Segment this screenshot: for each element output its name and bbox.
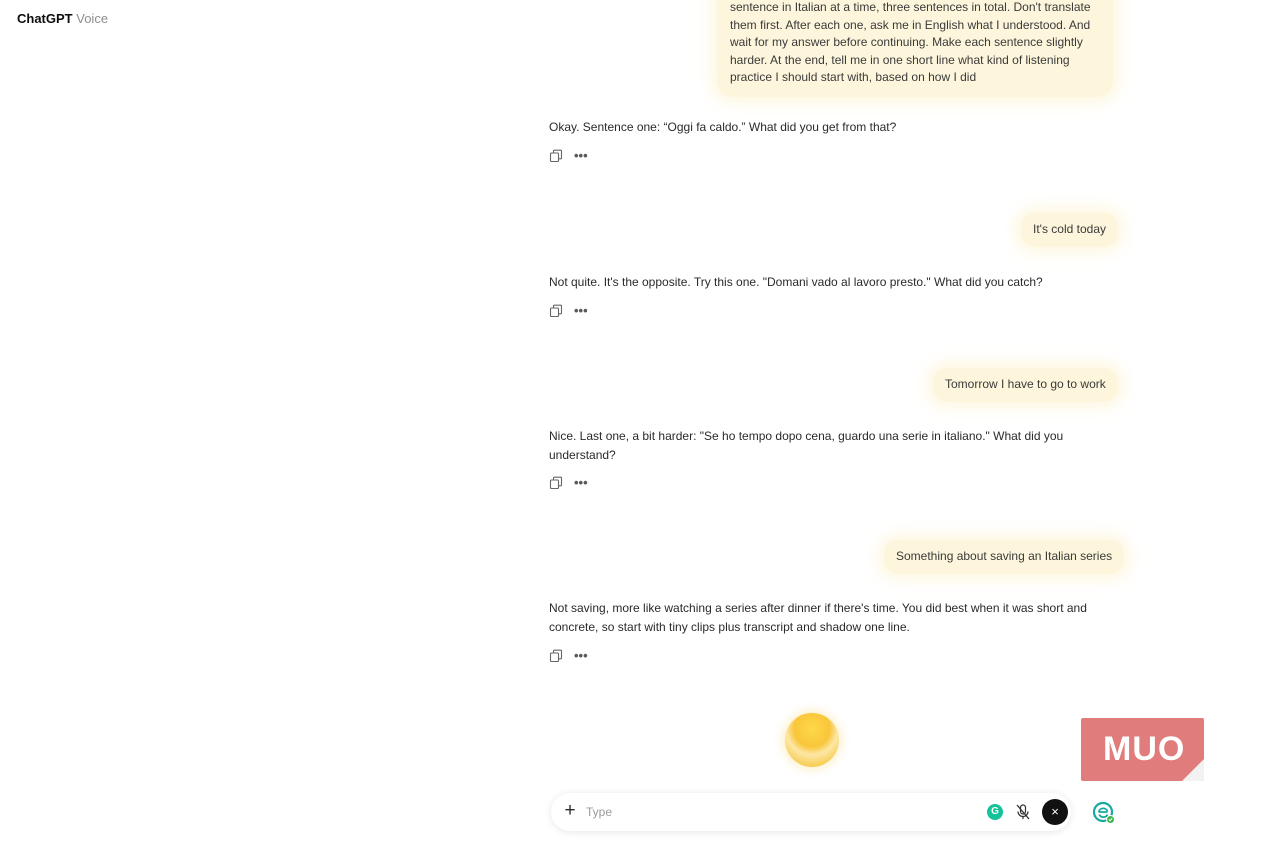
watermark-fold: [1182, 759, 1204, 781]
user-message: Tomorrow I have to go to work: [933, 368, 1118, 402]
user-message-text: It's cold today: [1033, 222, 1106, 236]
mic-off-icon[interactable]: [1015, 803, 1031, 821]
user-message-text: sentence in Italian at a time, three sen…: [730, 0, 1091, 84]
composer-bar: + G ×: [551, 793, 1071, 831]
extension-icon[interactable]: [1092, 801, 1116, 825]
more-icon[interactable]: •••: [574, 149, 588, 162]
copy-icon[interactable]: [549, 649, 563, 663]
user-message: It's cold today: [1021, 213, 1118, 247]
message-input[interactable]: [586, 803, 966, 821]
app-title: ChatGPT Voice: [17, 11, 108, 26]
message-actions: •••: [549, 149, 588, 163]
message-actions: •••: [549, 304, 588, 318]
grammarly-icon[interactable]: G: [987, 804, 1003, 820]
more-icon[interactable]: •••: [574, 304, 588, 317]
user-message: Something about saving an Italian series: [884, 540, 1125, 574]
more-icon[interactable]: •••: [574, 476, 588, 489]
close-voice-button[interactable]: ×: [1042, 799, 1068, 825]
assistant-message: Nice. Last one, a bit harder: "Se ho tem…: [549, 429, 1064, 462]
copy-icon[interactable]: [549, 476, 563, 490]
message-actions: •••: [549, 649, 588, 663]
plus-icon[interactable]: +: [561, 801, 579, 822]
user-message: sentence in Italian at a time, three sen…: [717, 0, 1113, 97]
watermark-logo: MUO: [1081, 718, 1204, 781]
voice-orb: [785, 713, 839, 767]
app-title-mode: Voice: [76, 11, 109, 26]
user-message-text: Something about saving an Italian series: [896, 549, 1113, 563]
more-icon[interactable]: •••: [574, 649, 588, 662]
assistant-message: Okay. Sentence one: “Oggi fa caldo.” Wha…: [549, 120, 897, 134]
assistant-message: Not quite. It's the opposite. Try this o…: [549, 275, 1043, 289]
watermark-text: MUO: [1103, 730, 1186, 768]
app-title-name: ChatGPT: [17, 11, 73, 26]
message-actions: •••: [549, 476, 588, 490]
copy-icon[interactable]: [549, 304, 563, 318]
copy-icon[interactable]: [549, 149, 563, 163]
assistant-message: Not saving, more like watching a series …: [549, 601, 1087, 634]
user-message-text: Tomorrow I have to go to work: [945, 377, 1106, 391]
